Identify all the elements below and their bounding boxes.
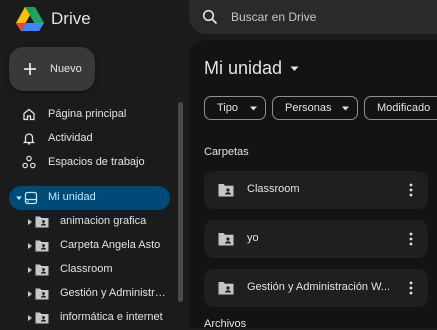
chevron-right-icon[interactable]	[27, 290, 33, 298]
drive-logo-icon[interactable]	[16, 6, 44, 32]
nav-item-activity[interactable]: Actividad	[0, 126, 186, 150]
nav-item-label: Espacios de trabajo	[48, 156, 145, 168]
more-vert-icon[interactable]	[404, 231, 418, 247]
tree-item-label: Classroom	[60, 263, 113, 275]
nav-item-label: Página principal	[48, 108, 127, 120]
workspaces-icon	[22, 155, 36, 169]
caret-down-icon	[250, 106, 257, 111]
tree-item-label: animacion grafica	[60, 215, 147, 227]
chevron-right-icon[interactable]	[27, 242, 33, 250]
caret-down-icon	[342, 106, 349, 111]
more-vert-icon[interactable]	[404, 280, 418, 296]
search-bar[interactable]	[189, 0, 437, 34]
filter-chip-type[interactable]: Tipo	[204, 96, 266, 120]
folder-card[interactable]: yo	[204, 220, 428, 258]
tree-item-label: Gestión y Administra...	[60, 287, 170, 299]
folders-heading: Carpetas	[204, 146, 249, 158]
caret-down-icon[interactable]	[15, 194, 23, 202]
sidebar-scrollbar[interactable]	[178, 102, 183, 302]
tree-item[interactable]: Carpeta Angela Asto	[0, 235, 178, 257]
tree-item[interactable]: informática e internet	[0, 307, 178, 329]
home-icon	[23, 108, 35, 121]
folder-card[interactable]: Gestión y Administración W...	[204, 269, 428, 307]
chevron-right-icon[interactable]	[27, 218, 33, 226]
bell-icon	[22, 133, 36, 145]
filter-chip-label: Tipo	[217, 102, 238, 114]
folder-card[interactable]: Classroom	[204, 171, 428, 209]
chevron-right-icon[interactable]	[27, 266, 33, 274]
drive-icon	[24, 191, 38, 205]
shared-folder-icon	[35, 216, 49, 228]
shared-folder-icon	[218, 282, 234, 295]
app-name[interactable]: Drive	[51, 9, 91, 29]
nav-item-workspaces[interactable]: Espacios de trabajo	[0, 150, 186, 174]
new-button-label: Nuevo	[50, 63, 82, 75]
search-icon[interactable]	[202, 9, 218, 25]
shared-folder-icon	[35, 264, 49, 276]
shared-folder-icon	[218, 184, 234, 197]
page-title[interactable]: Mi unidad	[204, 58, 282, 79]
shared-folder-icon	[35, 312, 49, 324]
filter-chip-label: Modificado	[377, 102, 431, 114]
plus-icon	[24, 63, 36, 75]
chevron-right-icon[interactable]	[27, 314, 33, 322]
nav-item-label: Actividad	[48, 132, 93, 144]
tree-item-label: Carpeta Angela Asto	[60, 239, 161, 251]
sidebar: Drive Nuevo Página principal Actividad E…	[0, 0, 186, 328]
tree-item[interactable]: animacion grafica	[0, 211, 178, 233]
filter-chip-modified[interactable]: Modificado	[364, 96, 437, 120]
search-input[interactable]	[231, 8, 421, 26]
shared-folder-icon	[35, 240, 49, 252]
shared-folder-icon	[35, 288, 49, 300]
folder-name: Gestión y Administración W...	[247, 281, 391, 293]
tree-item[interactable]: Gestión y Administra...	[0, 283, 178, 305]
tree-item[interactable]: Classroom	[0, 259, 178, 281]
files-heading: Archivos	[204, 318, 247, 330]
filter-chip-label: Personas	[285, 102, 332, 114]
sidebar-item-my-drive[interactable]: Mi unidad	[9, 186, 170, 210]
folder-name: Classroom	[247, 183, 300, 195]
nav-item-home[interactable]: Página principal	[0, 102, 186, 126]
shared-folder-icon	[218, 233, 234, 246]
folder-name: yo	[247, 232, 259, 244]
tree-item-label: informática e internet	[60, 311, 163, 323]
filter-chip-people[interactable]: Personas	[272, 96, 358, 120]
more-vert-icon[interactable]	[404, 182, 418, 198]
new-button[interactable]: Nuevo	[9, 47, 95, 91]
my-drive-label: Mi unidad	[48, 191, 96, 203]
caret-down-icon[interactable]	[290, 66, 299, 72]
